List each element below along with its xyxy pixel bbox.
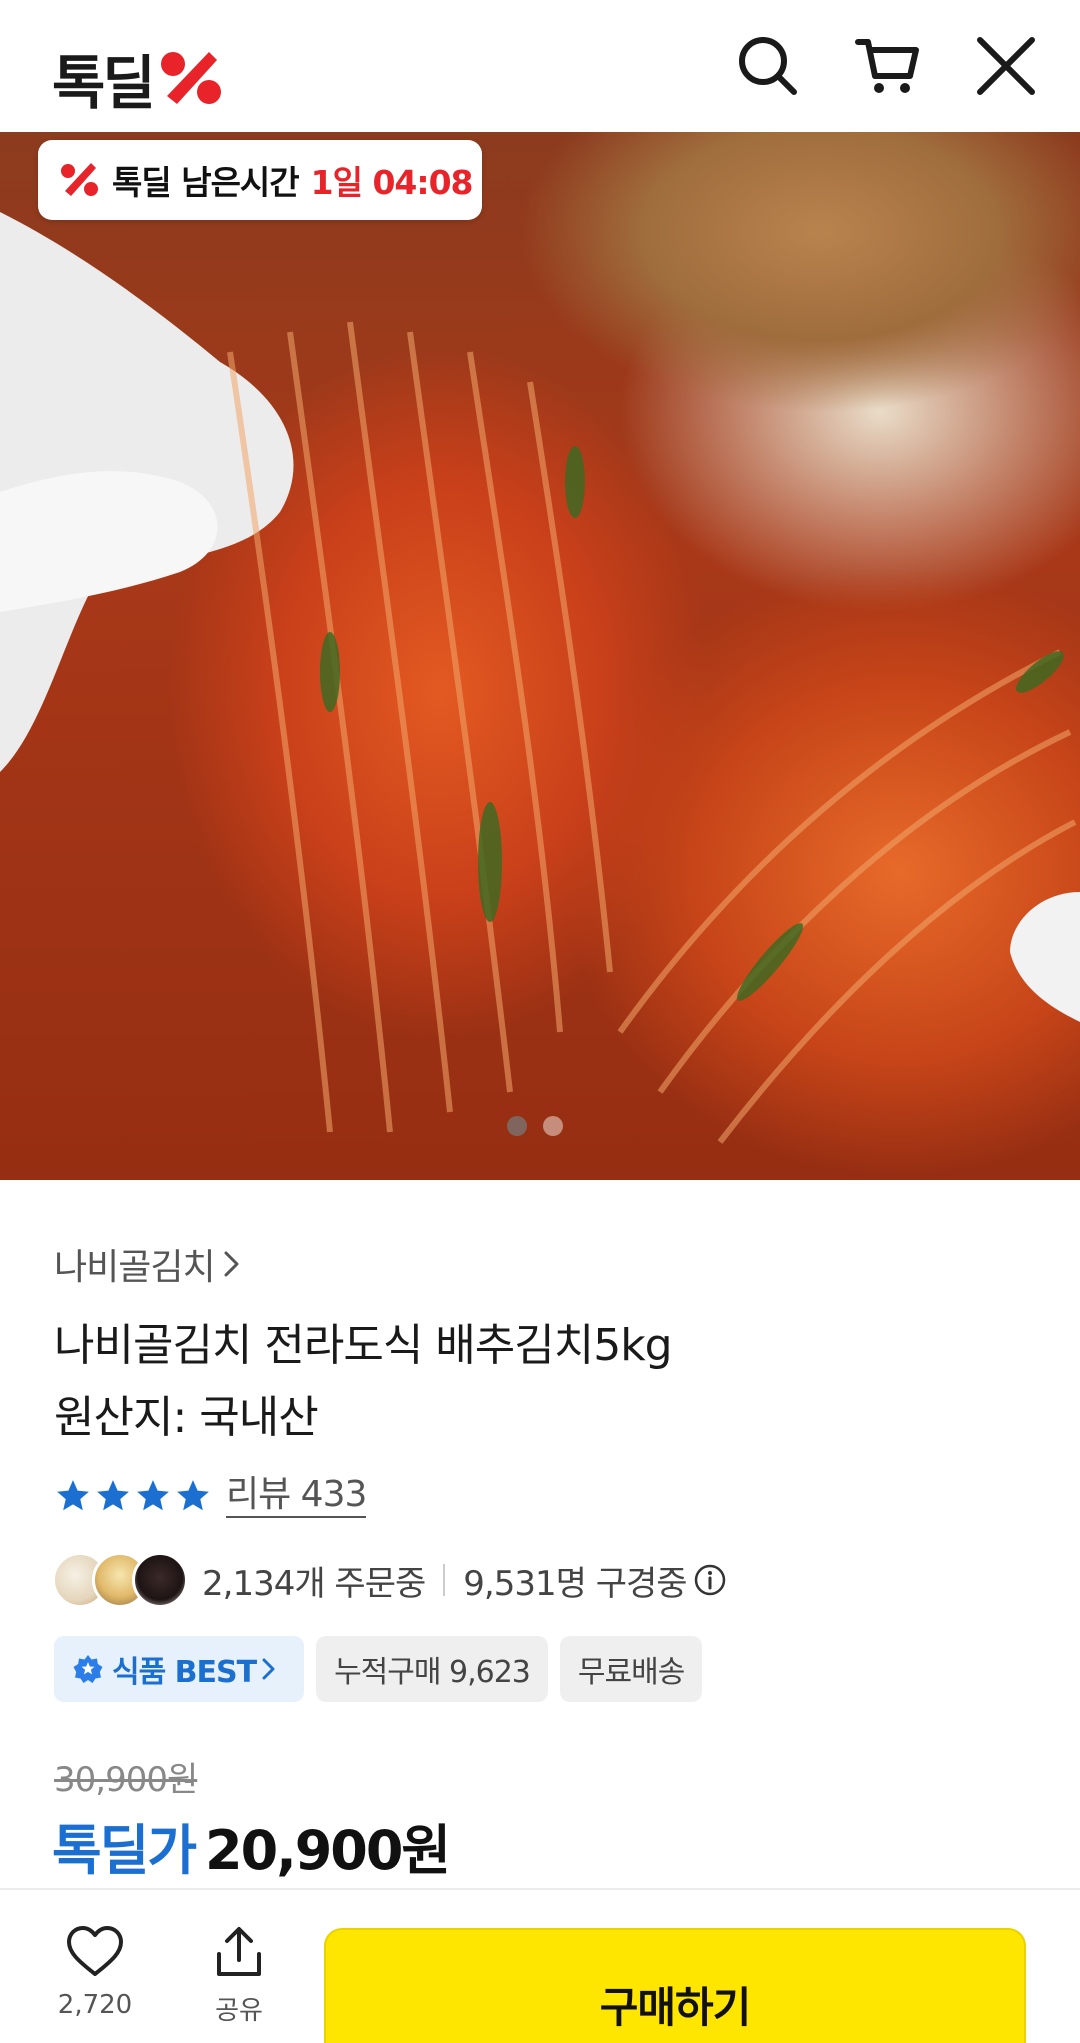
carousel-indicator: [507, 1116, 563, 1136]
timer-value: 1일 04:08: [310, 163, 474, 202]
tag-label: 무료배송: [577, 1655, 685, 1690]
search-icon[interactable]: [732, 30, 804, 102]
percent-logo-icon: [160, 52, 221, 104]
carousel-dot[interactable]: [507, 1116, 527, 1136]
deal-price-label: 톡딜가: [52, 1819, 197, 1882]
avatar: [132, 1552, 188, 1608]
share-button[interactable]: 공유: [184, 1924, 294, 2027]
viewers-count: 9,531명 구경중: [463, 1563, 687, 1604]
deal-price-row: 톡딜가 20,900원: [52, 1806, 451, 1885]
review-link[interactable]: 리뷰 433: [226, 1474, 367, 1518]
share-icon: [217, 1927, 261, 1976]
original-price: 30,900원: [54, 1760, 198, 1800]
star-icon: [57, 1480, 89, 1511]
deal-price-value: 20,900원: [205, 1819, 451, 1882]
deal-timer-badge: 톡딜 남은시간 1일 04:08: [38, 140, 482, 220]
star-icon: [137, 1480, 169, 1511]
like-button[interactable]: 2,720: [40, 1924, 150, 2020]
tag-cumulative-purchases: 누적구매 9,623: [316, 1636, 548, 1702]
product-tags: 식품 BEST 누적구매 9,623 무료배송: [54, 1636, 703, 1702]
seller-name: 나비골김치: [54, 1247, 216, 1288]
percent-icon: [61, 163, 98, 196]
badge-star-icon: [73, 1655, 103, 1683]
tag-label: 식품 BEST: [112, 1655, 257, 1690]
seller-link[interactable]: 나비골김치: [54, 1238, 243, 1290]
tag-free-shipping: 무료배송: [559, 1636, 703, 1702]
share-label: 공유: [215, 1996, 263, 2026]
star-icon: [177, 1480, 209, 1511]
chevron-right-icon: [262, 1658, 275, 1680]
close-icon[interactable]: [970, 30, 1042, 102]
carousel-dot[interactable]: [543, 1116, 563, 1136]
product-title-line: 나비골김치 전라도식 배추김치5kg: [54, 1320, 673, 1371]
timer-label: 톡딜 남은시간: [112, 163, 300, 202]
social-proof-row: 2,134개 주문중 9,531명 구경중: [52, 1552, 727, 1608]
heart-icon: [67, 1926, 123, 1976]
buy-button[interactable]: 구매하기: [324, 1928, 1026, 2043]
app-header: 톡딜: [0, 0, 1080, 132]
orders-count: 2,134개 주문중: [202, 1563, 426, 1604]
kimchi-photo: [0, 212, 1080, 1144]
like-count: 2,720: [57, 1990, 133, 2020]
talkdeal-logo[interactable]: 톡딜: [52, 36, 227, 120]
bottom-action-bar: 2,720 공유 구매하기: [0, 1888, 1080, 2043]
star-icon: [97, 1480, 129, 1511]
chevron-right-icon: [224, 1251, 239, 1277]
tag-label: 누적구매 9,623: [334, 1655, 531, 1690]
logo-text: 톡딜: [52, 49, 156, 117]
rating-row: 리뷰 433: [54, 1474, 367, 1518]
divider: [443, 1564, 446, 1596]
product-origin: 원산지: 국내산: [54, 1392, 319, 1443]
tag-food-best[interactable]: 식품 BEST: [54, 1636, 305, 1702]
cart-icon[interactable]: [852, 30, 924, 102]
product-image-carousel[interactable]: 톡딜 남은시간 1일 04:08: [0, 132, 1080, 1180]
product-title: 나비골김치 전라도식 배추김치5kg 원산지: 국내산: [54, 1310, 673, 1454]
buyer-avatars: [52, 1552, 192, 1608]
info-icon[interactable]: [693, 1563, 727, 1597]
